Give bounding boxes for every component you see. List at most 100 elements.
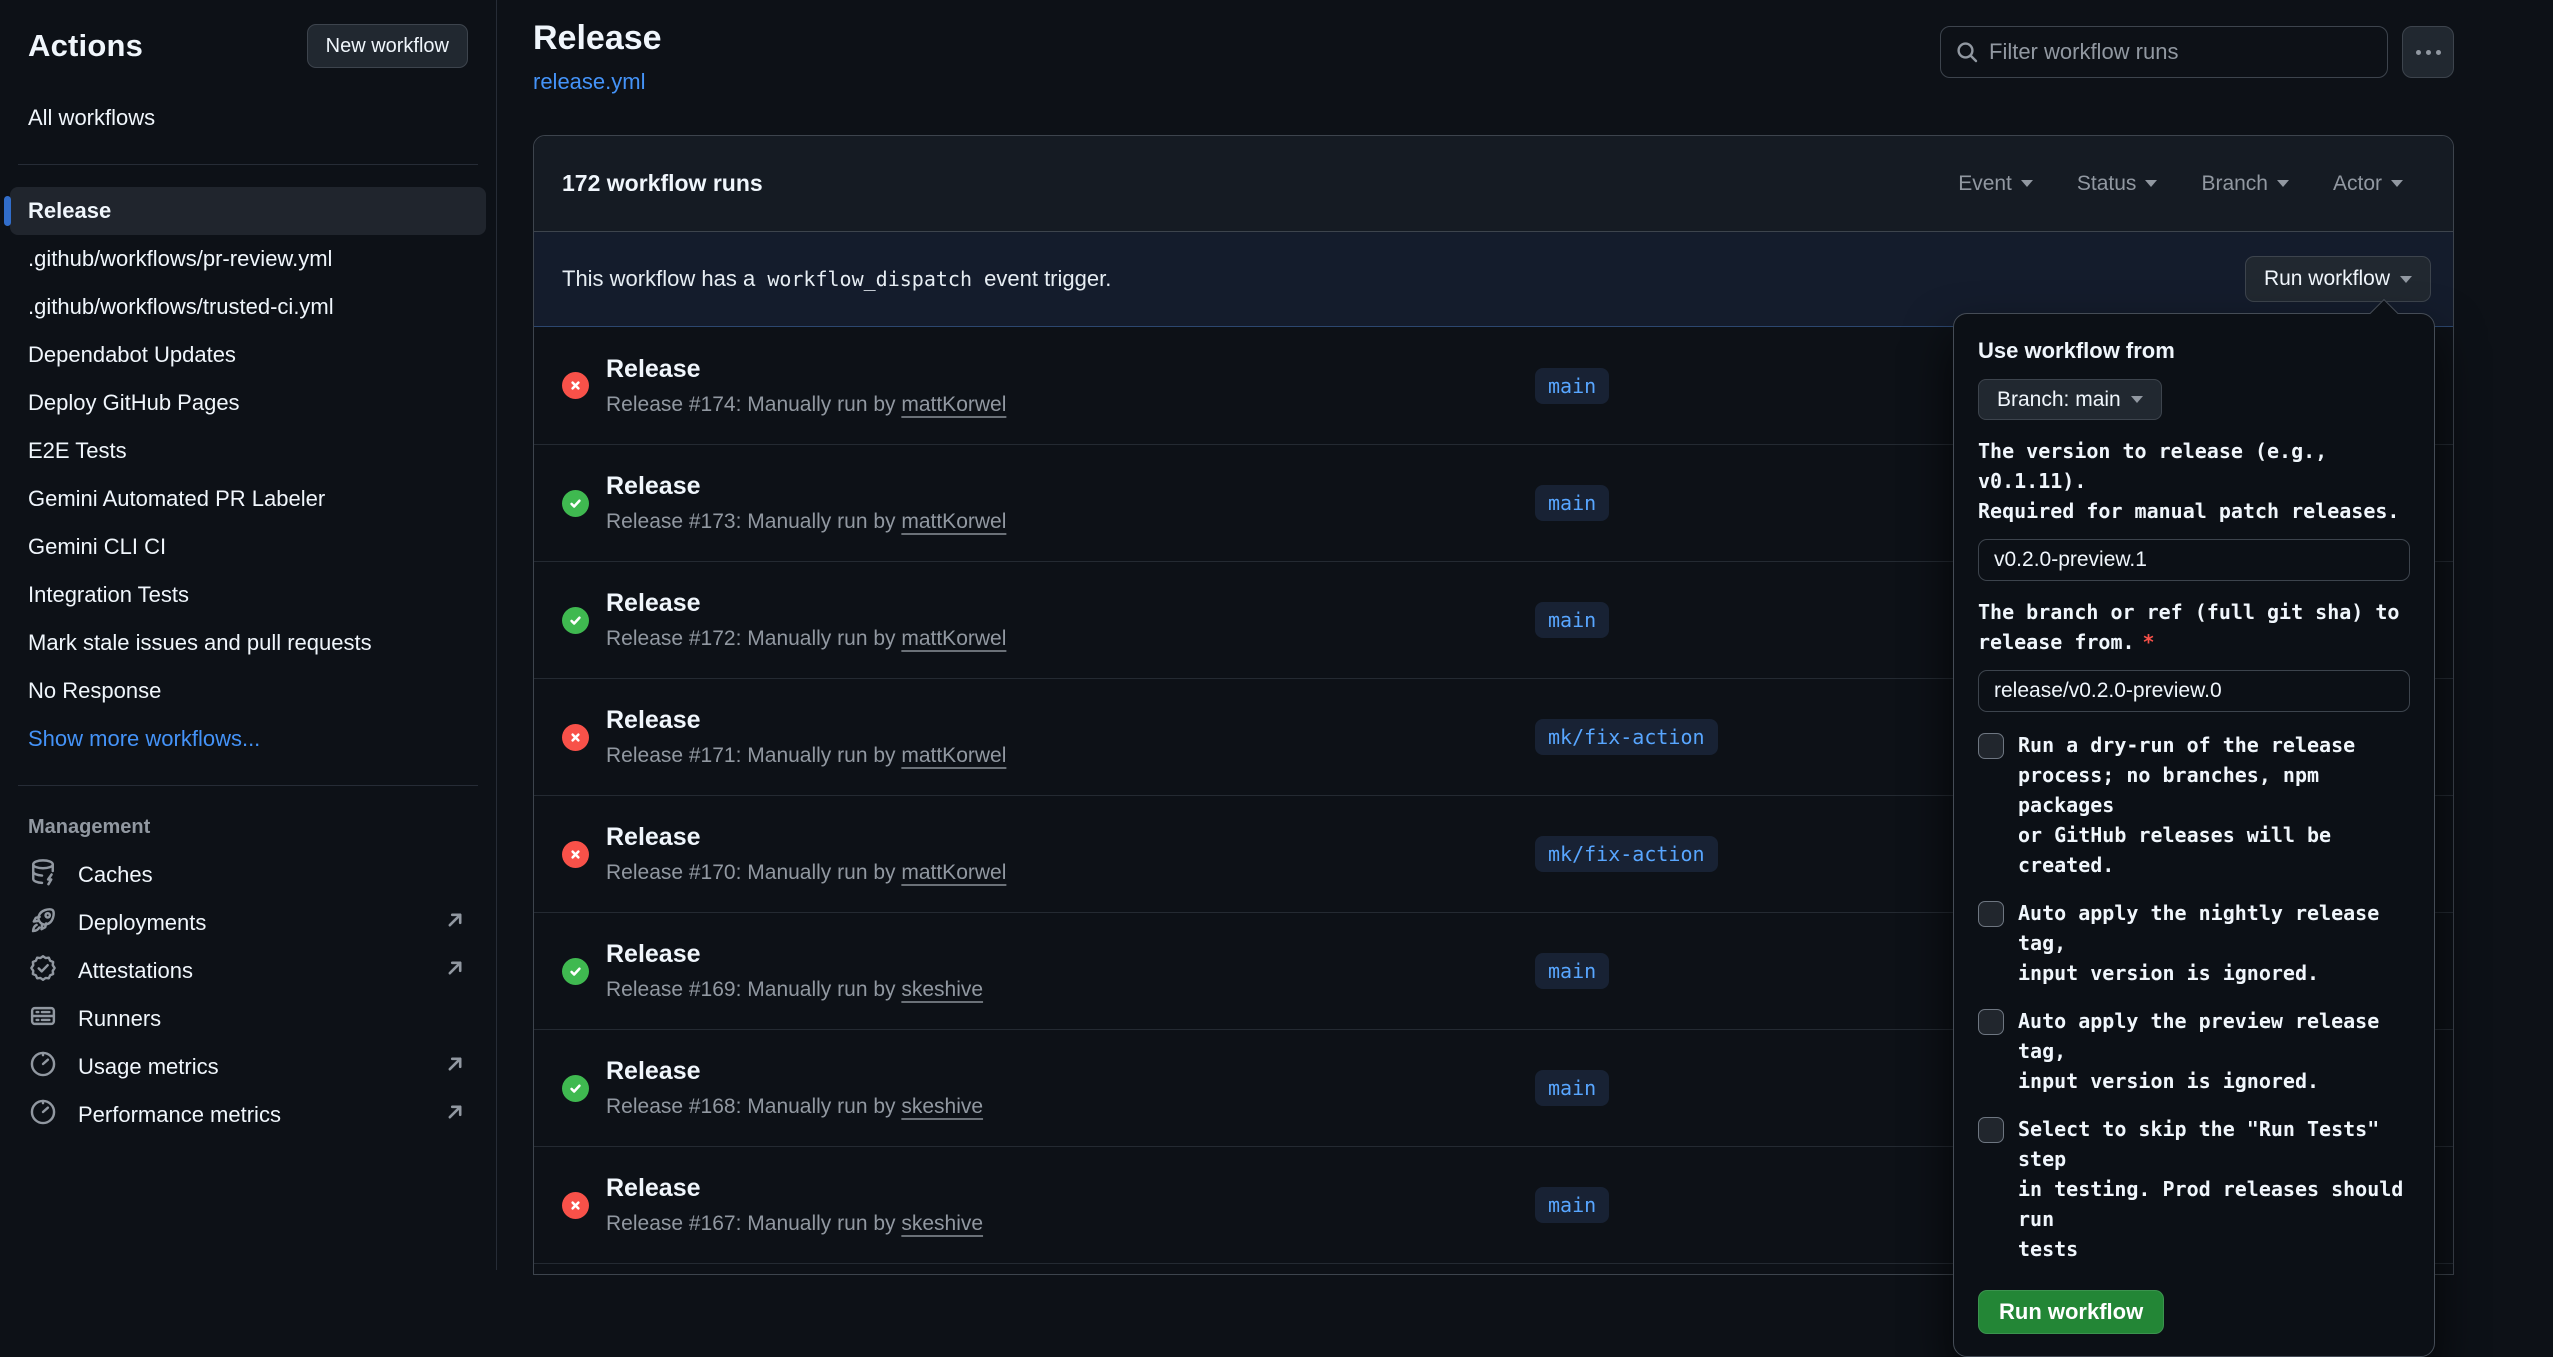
new-workflow-button[interactable]: New workflow: [307, 24, 468, 68]
branch-badge[interactable]: main: [1535, 368, 1609, 404]
checkbox-2[interactable]: [1978, 901, 2004, 927]
run-actor-link[interactable]: mattKorwel: [901, 744, 1006, 767]
run-title-link[interactable]: Release: [606, 472, 1535, 501]
banner-text-after: event trigger.: [984, 266, 1111, 291]
sidebar-item-gemini-automated-pr-labeler[interactable]: Gemini Automated PR Labeler: [10, 475, 486, 523]
sidebar-item-gemini-cli-ci[interactable]: Gemini CLI CI: [10, 523, 486, 571]
sidebar-divider: [18, 164, 478, 165]
popover-checkbox-row: Auto apply the preview release tag, inpu…: [1978, 1006, 2410, 1096]
banner-text-before: This workflow has a: [562, 266, 755, 291]
run-title-link[interactable]: Release: [606, 1057, 1535, 1086]
sidebar-item-performance-metrics[interactable]: Performance metrics: [10, 1091, 486, 1139]
sidebar-item-runners[interactable]: Runners: [10, 995, 486, 1043]
checkbox-4[interactable]: [1978, 1117, 2004, 1143]
sidebar-item-caches[interactable]: Caches: [10, 851, 486, 899]
show-more-workflows-link[interactable]: Show more workflows...: [10, 715, 486, 763]
branch-badge[interactable]: main: [1535, 1187, 1609, 1223]
filter-label: Actor: [2333, 172, 2382, 196]
workflow-file-link[interactable]: release.yml: [533, 69, 662, 95]
checkbox-label: Run a dry-run of the release process; no…: [2018, 730, 2410, 880]
run-actor-link[interactable]: mattKorwel: [901, 393, 1006, 416]
workflow-options-kebab-button[interactable]: [2402, 26, 2454, 78]
sidebar-item-usage-metrics[interactable]: Usage metrics: [10, 1043, 486, 1091]
branch-badge[interactable]: main: [1535, 1070, 1609, 1106]
actions-sidebar: Actions New workflow All workflows Relea…: [0, 0, 497, 1270]
run-description: Release #169: Manually run by skeshive: [606, 978, 1535, 1002]
run-actor-link[interactable]: mattKorwel: [901, 510, 1006, 533]
runs-filters: Event Status Branch Actor: [1958, 172, 2403, 196]
sidebar-item-integration-tests[interactable]: Integration Tests: [10, 571, 486, 619]
run-description: Release #171: Manually run by mattKorwel: [606, 744, 1535, 768]
branch-selector-button[interactable]: Branch: main: [1978, 379, 2162, 420]
run-description: Release #173: Manually run by mattKorwel: [606, 510, 1535, 534]
run-title-link[interactable]: Release: [606, 823, 1535, 852]
chevron-down-icon: [2145, 180, 2157, 187]
banner-event-code: workflow_dispatch: [761, 267, 978, 291]
run-actor-link[interactable]: skeshive: [901, 978, 983, 1001]
run-workflow-dropdown-label: Run workflow: [2264, 267, 2390, 291]
filter-label: Event: [1958, 172, 2012, 196]
run-title-link[interactable]: Release: [606, 589, 1535, 618]
sidebar-item-deployments[interactable]: Deployments: [10, 899, 486, 947]
search-icon: [1955, 40, 1979, 64]
run-actor-link[interactable]: mattKorwel: [901, 861, 1006, 884]
run-workflow-submit-button[interactable]: Run workflow: [1978, 1290, 2164, 1334]
sidebar-item-no-response[interactable]: No Response: [10, 667, 486, 715]
branch-badge[interactable]: mk/fix-action: [1535, 836, 1718, 872]
filter-event-dropdown[interactable]: Event: [1958, 172, 2033, 196]
checkbox-1[interactable]: [1978, 733, 2004, 759]
filter-actor-dropdown[interactable]: Actor: [2333, 172, 2403, 196]
sidebar-item-label: Attestations: [78, 958, 193, 984]
sidebar-item-label: Runners: [78, 1006, 161, 1032]
run-description: Release #168: Manually run by skeshive: [606, 1095, 1535, 1119]
sidebar-item-release[interactable]: Release: [10, 187, 486, 235]
required-asterisk: *: [2143, 630, 2155, 654]
sidebar-item-all-workflows[interactable]: All workflows: [10, 94, 486, 142]
run-title-link[interactable]: Release: [606, 940, 1535, 969]
status-success-icon: [562, 607, 589, 634]
branch-badge[interactable]: main: [1535, 485, 1609, 521]
filter-branch-dropdown[interactable]: Branch: [2201, 172, 2289, 196]
chevron-down-icon: [2391, 180, 2403, 187]
run-actor-link[interactable]: skeshive: [901, 1212, 983, 1235]
branch-badge[interactable]: mk/fix-action: [1535, 719, 1718, 755]
checkbox-label: Select to skip the "Run Tests" step in t…: [2018, 1114, 2410, 1264]
status-failure-icon: [562, 372, 589, 399]
chevron-down-icon: [2400, 276, 2412, 283]
sidebar-item-e2e-tests[interactable]: E2E Tests: [10, 427, 486, 475]
sidebar-item-label: Usage metrics: [78, 1054, 219, 1080]
sidebar-item-github-workflows-pr-review-yml[interactable]: .github/workflows/pr-review.yml: [10, 235, 486, 283]
sidebar-item-deploy-github-pages[interactable]: Deploy GitHub Pages: [10, 379, 486, 427]
popover-heading: Use workflow from: [1978, 338, 2410, 364]
run-description: Release #172: Manually run by mattKorwel: [606, 627, 1535, 651]
branch-selector-label: Branch: main: [1997, 388, 2121, 412]
sidebar-item-mark-stale-issues-and-pull-requests[interactable]: Mark stale issues and pull requests: [10, 619, 486, 667]
run-workflow-dropdown-button[interactable]: Run workflow: [2245, 256, 2431, 302]
version-input[interactable]: [1978, 539, 2410, 581]
sidebar-divider: [18, 785, 478, 786]
branch-badge[interactable]: main: [1535, 602, 1609, 638]
run-title-link[interactable]: Release: [606, 706, 1535, 735]
management-header: Management: [28, 816, 468, 839]
workflow-list: Release.github/workflows/pr-review.yml.g…: [10, 187, 486, 715]
run-title-link[interactable]: Release: [606, 1174, 1535, 1203]
run-actor-link[interactable]: mattKorwel: [901, 627, 1006, 650]
checkbox-3[interactable]: [1978, 1009, 2004, 1035]
sidebar-title: Actions: [28, 28, 143, 64]
filter-workflow-runs-input[interactable]: [1940, 26, 2388, 78]
popover-checkbox-row: Select to skip the "Run Tests" step in t…: [1978, 1114, 2410, 1264]
filter-status-dropdown[interactable]: Status: [2077, 172, 2158, 196]
run-description: Release #174: Manually run by mattKorwel: [606, 393, 1535, 417]
ref-input[interactable]: [1978, 670, 2410, 712]
sidebar-item-dependabot-updates[interactable]: Dependabot Updates: [10, 331, 486, 379]
run-actor-link[interactable]: skeshive: [901, 1095, 983, 1118]
chevron-down-icon: [2021, 180, 2033, 187]
branch-badge[interactable]: main: [1535, 953, 1609, 989]
popover-checkbox-row: Auto apply the nightly release tag, inpu…: [1978, 898, 2410, 988]
checkbox-label: Auto apply the preview release tag, inpu…: [2018, 1006, 2410, 1096]
popover-checkbox-row: Run a dry-run of the release process; no…: [1978, 730, 2410, 880]
sidebar-item-attestations[interactable]: Attestations: [10, 947, 486, 995]
run-title-link[interactable]: Release: [606, 355, 1535, 384]
runs-count: 172 workflow runs: [562, 170, 763, 197]
sidebar-item-github-workflows-trusted-ci-yml[interactable]: .github/workflows/trusted-ci.yml: [10, 283, 486, 331]
